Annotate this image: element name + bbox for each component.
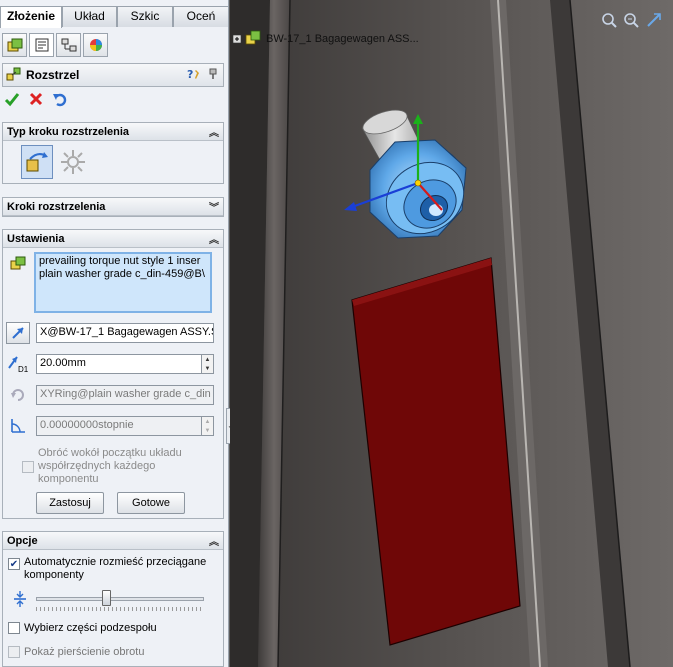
tab-zlozenie[interactable]: Złożenie xyxy=(0,6,62,28)
step-type-group: Typ kroku rozstrzelenia ︽ xyxy=(2,122,224,184)
direction-row: X@BW-17_1 Bagagewagen ASSY.S xyxy=(6,322,214,344)
explode-steps-title: Kroki rozstrzelenia xyxy=(7,200,106,213)
expand-down-icon[interactable]: ︾ xyxy=(207,200,221,214)
configuration-manager-icon[interactable] xyxy=(56,33,81,57)
settings-header[interactable]: Ustawienia ︽ xyxy=(3,230,223,248)
pin-icon[interactable] xyxy=(207,67,219,84)
rotation-axis-field[interactable]: XYRing@plain washer grade c_din xyxy=(36,385,214,405)
components-row: prevailing torque nut style 1 inser plai… xyxy=(6,252,212,313)
distance-row: D1 20.00mm ▲ ▼ xyxy=(6,353,214,375)
feature-manager-icon[interactable] xyxy=(2,33,27,57)
auto-space-row: ✔ Automatycznie rozmieść przeciągane kom… xyxy=(8,556,208,582)
explode-icon xyxy=(6,66,22,85)
tab-uklad[interactable]: Układ xyxy=(62,6,117,27)
rotate-about-origin-checkbox[interactable] xyxy=(22,461,34,473)
done-button[interactable]: Gotowe xyxy=(117,492,185,514)
components-icon xyxy=(6,252,30,274)
apply-button[interactable]: Zastosuj xyxy=(36,492,104,514)
auto-space-checkbox[interactable]: ✔ xyxy=(8,558,20,570)
show-rotation-rings-label: Pokaż pierścienie obrotu xyxy=(24,646,145,658)
collapse-up-icon[interactable]: ︽ xyxy=(207,232,221,246)
step-type-title: Typ kroku rozstrzelenia xyxy=(7,125,130,138)
radial-step-button[interactable] xyxy=(57,145,89,179)
explode-steps-header[interactable]: Kroki rozstrzelenia ︾ xyxy=(3,198,223,216)
show-rotation-rings-row: Pokaż pierścienie obrotu xyxy=(8,646,144,658)
tab-szkic[interactable]: Szkic xyxy=(117,6,173,27)
command-tabs: Złożenie Układ Szkic Oceń xyxy=(0,6,228,28)
x-icon[interactable] xyxy=(28,91,44,110)
rotate-about-origin-row: Obróć wokół początku układu współrzędnyc… xyxy=(22,447,212,486)
property-manager-panel: Złożenie Układ Szkic Oceń Rozstrzel ? Ty… xyxy=(0,0,229,667)
options-title: Opcje xyxy=(7,534,38,547)
radial-step-icon xyxy=(61,150,85,174)
rotation-angle-row: 0.00000000stopnie ▲ ▼ xyxy=(6,415,214,437)
auto-space-label: Automatycznie rozmieść przeciągane kompo… xyxy=(24,556,207,581)
graphics-viewport[interactable]: BW-17_1 Bagagewagen ASS... xyxy=(230,0,673,667)
spacing-slider-thumb[interactable] xyxy=(102,590,112,606)
reverse-direction-icon xyxy=(12,327,24,339)
step-type-header[interactable]: Typ kroku rozstrzelenia ︽ xyxy=(3,123,223,141)
rotation-axis-icon xyxy=(6,384,30,406)
options-header[interactable]: Opcje ︽ xyxy=(3,532,223,550)
regular-step-icon xyxy=(26,152,48,172)
manager-icon-bar xyxy=(0,33,228,59)
reverse-direction-button[interactable] xyxy=(6,322,30,344)
svg-text:?: ? xyxy=(187,68,193,81)
property-manager-title-text: Rozstrzel xyxy=(26,68,80,82)
distance-icon: D1 xyxy=(6,353,30,375)
settings-title: Ustawienia xyxy=(7,232,65,245)
spacing-slider-track[interactable] xyxy=(36,597,204,601)
property-manager-icon[interactable] xyxy=(29,33,54,57)
components-selection-box[interactable]: prevailing torque nut style 1 inser plai… xyxy=(34,252,212,313)
spacing-icon xyxy=(12,590,28,611)
rotation-angle-field[interactable]: 0.00000000stopnie xyxy=(36,416,202,436)
rotation-axis-row: XYRing@plain washer grade c_din xyxy=(6,384,214,406)
rotate-about-origin-label: Obróć wokół początku układu współrzędnyc… xyxy=(38,447,182,485)
collapse-up-icon[interactable]: ︽ xyxy=(207,534,221,548)
svg-text:D1: D1 xyxy=(18,365,29,374)
selected-component-2[interactable]: plain washer grade c_din-459@B\ xyxy=(39,268,207,281)
regular-step-button[interactable] xyxy=(21,145,53,179)
rotation-angle-spinner[interactable]: ▲ ▼ xyxy=(202,416,214,436)
show-rotation-rings-checkbox[interactable] xyxy=(8,646,20,658)
tree-root-label[interactable]: BW-17_1 Bagagewagen ASS... xyxy=(266,33,419,45)
select-subassembly-checkbox[interactable] xyxy=(8,622,20,634)
tab-ocen[interactable]: Oceń xyxy=(173,6,228,27)
rotation-angle-icon xyxy=(6,415,30,437)
distance-field[interactable]: 20.00mm xyxy=(36,354,202,374)
spacing-slider-ticks xyxy=(36,607,204,611)
explode-steps-group: Kroki rozstrzelenia ︾ xyxy=(2,197,224,217)
help-icon[interactable]: ? xyxy=(186,67,204,84)
display-manager-icon[interactable] xyxy=(83,33,108,57)
check-icon[interactable] xyxy=(4,91,20,110)
select-subassembly-label: Wybierz części podzespołu xyxy=(24,622,157,634)
direction-field[interactable]: X@BW-17_1 Bagagewagen ASSY.S xyxy=(36,323,214,343)
model-render[interactable] xyxy=(230,0,673,667)
undo-icon[interactable] xyxy=(52,91,68,110)
property-manager-title: Rozstrzel ? xyxy=(2,63,224,87)
select-subassembly-row: Wybierz części podzespołu xyxy=(8,622,157,634)
distance-spinner[interactable]: ▲ ▼ xyxy=(202,354,214,374)
collapse-up-icon[interactable]: ︽ xyxy=(207,125,221,139)
selected-component-1[interactable]: prevailing torque nut style 1 inser xyxy=(39,255,207,268)
ok-cancel-row xyxy=(4,91,68,110)
